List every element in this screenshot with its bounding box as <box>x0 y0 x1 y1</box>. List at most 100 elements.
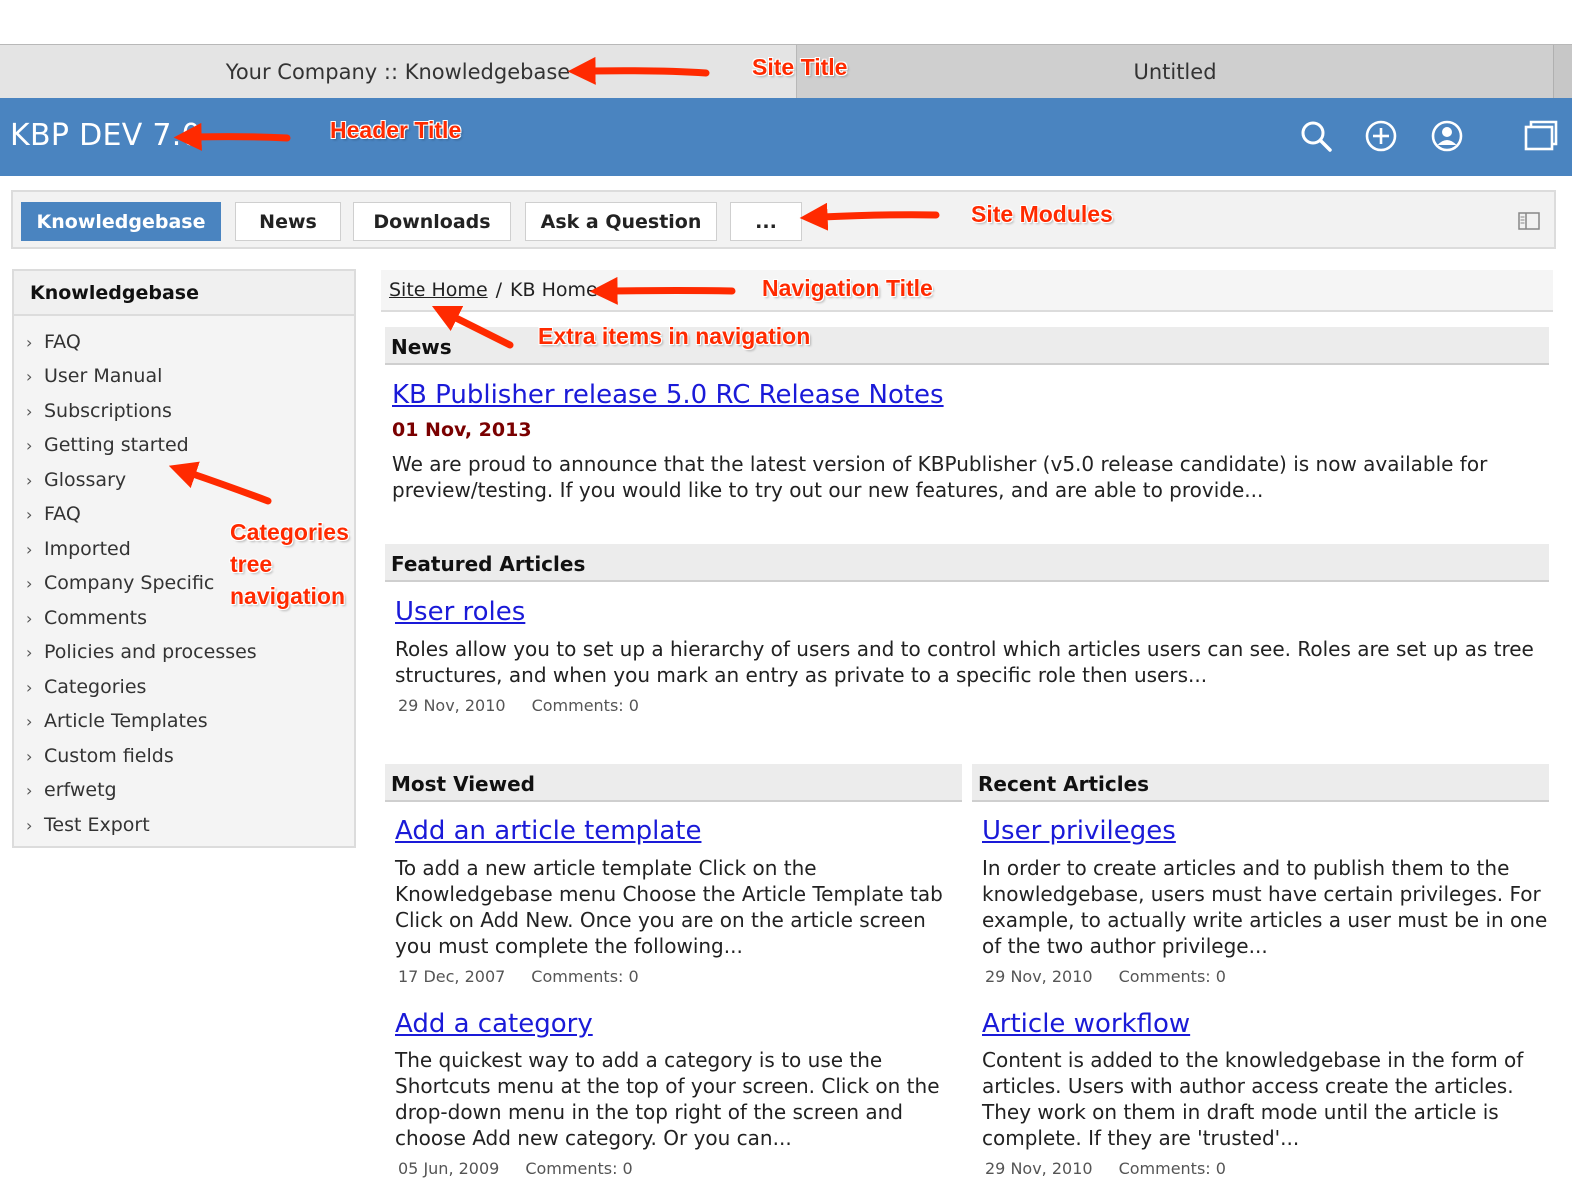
window-icon[interactable] <box>1522 118 1558 154</box>
article-comments: Comments: 0 <box>531 696 639 715</box>
sidebar-item-label: Imported <box>44 538 131 560</box>
sidebar-item-erfwetg[interactable]: › erfwetg <box>26 775 117 805</box>
most-viewed-excerpt-2: The quickest way to add a category is to… <box>395 1048 940 1150</box>
sidebar-toggle-icon[interactable] <box>1518 212 1540 230</box>
header-title[interactable]: KBP DEV 7.0 <box>10 118 201 153</box>
recent-article-meta-2: 29 Nov, 2010 Comments: 0 <box>985 1159 1226 1178</box>
sidebar-item-label: User Manual <box>44 365 163 387</box>
search-icon[interactable] <box>1298 118 1334 154</box>
most-viewed-link-1[interactable]: Add an article template <box>395 816 701 846</box>
breadcrumb: Site Home / KB Home <box>381 270 1553 312</box>
chevron-right-icon: › <box>26 815 33 835</box>
article-comments: Comments: 0 <box>531 967 639 986</box>
sidebar-item-categories[interactable]: › Categories <box>26 672 146 702</box>
sidebar-item-custom-fields[interactable]: › Custom fields <box>26 741 174 771</box>
news-date: 01 Nov, 2013 <box>392 419 532 441</box>
article-comments: Comments: 0 <box>525 1159 633 1178</box>
sidebar-item-article-templates[interactable]: › Article Templates <box>26 706 208 736</box>
chevron-right-icon: › <box>26 470 33 490</box>
sidebar-item-label: Categories <box>44 676 147 698</box>
module-more[interactable]: ... <box>730 202 802 241</box>
sidebar-item-comments[interactable]: › Comments <box>26 603 147 633</box>
chevron-right-icon: › <box>26 573 33 593</box>
annotation-site-title: Site Title <box>752 54 848 80</box>
sidebar-item-user-manual[interactable]: › User Manual <box>26 361 162 391</box>
browser-tab-title: Untitled <box>1133 59 1217 84</box>
recent-article-link-1[interactable]: User privileges <box>982 816 1176 846</box>
annotation-navigation-title: Navigation Title <box>762 275 933 301</box>
browser-tab-untitled[interactable]: Untitled <box>797 45 1553 98</box>
annotation-header-title: Header Title <box>330 117 462 143</box>
chevron-right-icon: › <box>26 746 33 766</box>
most-viewed-meta-1: 17 Dec, 2007 Comments: 0 <box>398 967 639 986</box>
breadcrumb-current: KB Home <box>510 279 598 301</box>
recent-article-excerpt-1: In order to create articles and to publi… <box>982 856 1548 958</box>
annotation-categories-line3: navigation <box>230 583 346 609</box>
sidebar-item-label: FAQ <box>44 331 81 353</box>
news-excerpt: We are proud to announce that the latest… <box>392 452 1488 502</box>
annotation-site-modules: Site Modules <box>971 201 1113 227</box>
sidebar-item-getting-started[interactable]: › Getting started <box>26 430 189 460</box>
chevron-right-icon: › <box>26 677 33 697</box>
article-comments: Comments: 0 <box>1118 1159 1226 1178</box>
sidebar-item-label: Getting started <box>44 434 189 456</box>
recent-article-excerpt-2: Content is added to the knowledgebase in… <box>982 1048 1524 1150</box>
annotation-categories-line2: tree <box>230 551 273 577</box>
news-article-link[interactable]: KB Publisher release 5.0 RC Release Note… <box>392 380 944 410</box>
sidebar-item-label: Article Templates <box>44 710 208 732</box>
featured-section-heading: Featured Articles <box>385 544 1549 582</box>
article-date: 05 Jun, 2009 <box>398 1159 500 1178</box>
sidebar-item-label: FAQ <box>44 503 81 525</box>
breadcrumb-separator: / <box>495 279 503 301</box>
sidebar-item-company-specific[interactable]: › Company Specific <box>26 568 214 598</box>
article-comments: Comments: 0 <box>1118 967 1226 986</box>
sidebar-item-label: Custom fields <box>44 745 174 767</box>
browser-tab-active[interactable]: Your Company :: Knowledgebase <box>0 45 797 98</box>
sidebar-item-subscriptions[interactable]: › Subscriptions <box>26 396 172 426</box>
most-viewed-link-2[interactable]: Add a category <box>395 1009 593 1039</box>
sidebar-item-label: erfwetg <box>44 779 117 801</box>
most-viewed-heading: Most Viewed <box>385 764 962 802</box>
sidebar-item-label: Test Export <box>44 814 150 836</box>
sidebar-item-label: Comments <box>44 607 147 629</box>
chevron-right-icon: › <box>26 435 33 455</box>
user-icon[interactable] <box>1429 118 1465 154</box>
recent-articles-heading: Recent Articles <box>972 764 1549 802</box>
most-viewed-excerpt-1: To add a new article template Click on t… <box>395 856 943 958</box>
sidebar-item-faq-2[interactable]: › FAQ <box>26 499 81 529</box>
add-icon[interactable] <box>1363 118 1399 154</box>
featured-meta: 29 Nov, 2010 Comments: 0 <box>398 696 639 715</box>
module-downloads[interactable]: Downloads <box>353 202 511 241</box>
site-header: KBP DEV 7.0 <box>0 98 1572 176</box>
chevron-right-icon: › <box>26 504 33 524</box>
sidebar-item-label: Subscriptions <box>44 400 172 422</box>
article-date: 29 Nov, 2010 <box>985 1159 1093 1178</box>
sidebar-item-glossary[interactable]: › Glossary <box>26 465 126 495</box>
chevron-right-icon: › <box>26 401 33 421</box>
chevron-right-icon: › <box>26 711 33 731</box>
browser-tab-title: Your Company :: Knowledgebase <box>225 59 571 84</box>
recent-article-meta-1: 29 Nov, 2010 Comments: 0 <box>985 967 1226 986</box>
chevron-right-icon: › <box>26 608 33 628</box>
chevron-right-icon: › <box>26 642 33 662</box>
sidebar-item-label: Glossary <box>44 469 127 491</box>
module-knowledgebase[interactable]: Knowledgebase <box>21 202 221 241</box>
sidebar-item-faq[interactable]: › FAQ <box>26 327 81 357</box>
module-news[interactable]: News <box>235 202 341 241</box>
browser-tab-overflow[interactable] <box>1553 45 1572 98</box>
sidebar-title: Knowledgebase <box>14 271 354 316</box>
sidebar-item-label: Policies and processes <box>44 641 257 663</box>
sidebar-item-imported[interactable]: › Imported <box>26 534 131 564</box>
annotation-categories-line1: Categories <box>230 519 349 545</box>
featured-article-link[interactable]: User roles <box>395 597 525 627</box>
recent-article-link-2[interactable]: Article workflow <box>982 1009 1190 1039</box>
breadcrumb-site-home[interactable]: Site Home <box>389 279 488 301</box>
module-ask-a-question[interactable]: Ask a Question <box>525 202 717 241</box>
sidebar-item-policies-and-processes[interactable]: › Policies and processes <box>26 637 257 667</box>
article-date: 17 Dec, 2007 <box>398 967 506 986</box>
site-modules-bar: Knowledgebase News Downloads Ask a Quest… <box>11 190 1556 249</box>
most-viewed-meta-2: 05 Jun, 2009 Comments: 0 <box>398 1159 633 1178</box>
chevron-right-icon: › <box>26 539 33 559</box>
sidebar-item-test-export[interactable]: › Test Export <box>26 810 150 840</box>
featured-excerpt: Roles allow you to set up a hierarchy of… <box>395 637 1534 687</box>
